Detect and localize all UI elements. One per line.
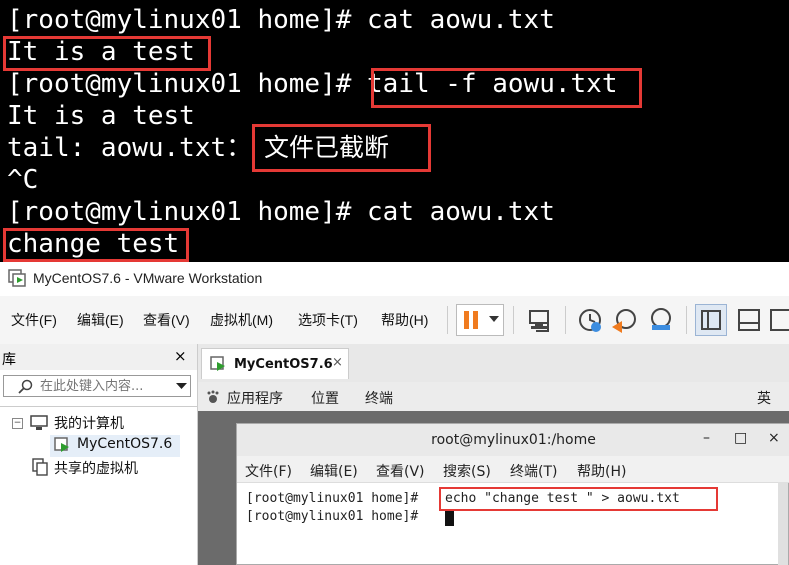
library-title: 库 — [2, 352, 16, 368]
highlight-box — [252, 124, 431, 172]
menu-vm[interactable]: 虚拟机(M) — [210, 310, 273, 330]
gnome-terminal-menu[interactable]: 终端 — [365, 388, 393, 408]
minimize-button[interactable]: – — [703, 430, 710, 446]
highlight-box — [3, 228, 189, 262]
toolbar-separator — [686, 306, 687, 334]
highlight-box — [371, 68, 642, 108]
gnome-applications-menu[interactable]: 应用程序 — [227, 388, 283, 408]
pause-button[interactable] — [456, 304, 504, 336]
chevron-down-icon — [489, 316, 499, 322]
chevron-down-icon[interactable] — [176, 383, 187, 390]
pause-icon — [464, 311, 478, 329]
library-close-button[interactable]: × — [174, 347, 187, 365]
terminal-prompt: [root@mylinux01 home]# — [246, 509, 419, 524]
terminal-line: [root@mylinux01 home]# cat aowu.txt — [7, 5, 555, 35]
fullscreen-icon[interactable] — [766, 305, 789, 335]
tree-collapse-toggle[interactable]: − — [12, 418, 23, 429]
tab-label: MyCentOS7.6 — [234, 357, 333, 372]
terminal-menu-view[interactable]: 查看(V) — [376, 461, 425, 481]
vmware-logo-icon — [8, 269, 26, 287]
maximize-button[interactable]: □ — [734, 430, 747, 446]
search-icon — [18, 379, 33, 394]
send-ctrl-alt-del-icon[interactable] — [526, 305, 556, 335]
toolbar-separator — [447, 306, 448, 334]
terminal-line: [root@mylinux01 home]# cat aowu.txt — [7, 197, 555, 227]
tab-mycentos[interactable]: MyCentOS7.6 × — [201, 348, 349, 379]
menu-bar: 文件(F) 编辑(E) 查看(V) 虚拟机(M) 选项卡(T) 帮助(H) — [0, 296, 789, 345]
terminal-scrollbar[interactable] — [778, 482, 788, 565]
terminal-menu-bar: 文件(F) 编辑(E) 查看(V) 搜索(S) 终端(T) 帮助(H) — [237, 456, 789, 483]
terminal-line: ^C — [7, 165, 39, 195]
tree-item-vm[interactable]: MyCentOS7.6 — [77, 436, 172, 452]
computer-icon — [30, 415, 48, 430]
terminal-menu-search[interactable]: 搜索(S) — [443, 461, 491, 481]
menu-edit[interactable]: 编辑(E) — [77, 310, 124, 330]
vm-tab-area: MyCentOS7.6 × 应用程序 位置 终端 英 root@mylinux0… — [198, 344, 789, 565]
terminal-menu-edit[interactable]: 编辑(E) — [310, 461, 358, 481]
library-view-icon — [701, 310, 721, 330]
thumbnail-view-icon[interactable] — [734, 305, 764, 335]
menu-tabs[interactable]: 选项卡(T) — [298, 310, 358, 330]
input-language-indicator[interactable]: 英 — [757, 388, 771, 408]
terminal-menu-terminal[interactable]: 终端(T) — [510, 461, 557, 481]
toolbar-separator — [565, 306, 566, 334]
gnome-foot-icon — [207, 390, 219, 403]
tree-item-shared[interactable]: 共享的虚拟机 — [54, 458, 138, 478]
close-button[interactable]: × — [768, 430, 780, 446]
menu-file[interactable]: 文件(F) — [11, 310, 57, 330]
window-title: MyCentOS7.6 - VMware Workstation — [33, 270, 263, 286]
library-header: 库 × — [0, 344, 197, 370]
terminal-menu-help[interactable]: 帮助(H) — [577, 461, 626, 481]
tab-close-button[interactable]: × — [332, 355, 343, 370]
vm-icon — [210, 356, 225, 371]
gnome-places-menu[interactable]: 位置 — [311, 388, 339, 408]
show-library-button[interactable] — [695, 304, 727, 336]
library-pane: 库 × − 我的计算机 MyCentOS7.6 — [0, 344, 198, 565]
library-search-box — [3, 375, 191, 397]
vmware-window: MyCentOS7.6 - VMware Workstation 文件(F) 编… — [0, 262, 789, 565]
menu-view[interactable]: 查看(V) — [143, 310, 190, 330]
library-tree: − 我的计算机 MyCentOS7.6 共享的虚拟机 — [0, 406, 197, 565]
guest-terminal-window: root@mylinux01:/home – □ × 文件(F) 编辑(E) 查… — [236, 423, 789, 565]
terminal-title-bar: root@mylinux01:/home – □ × — [237, 424, 789, 456]
terminal-line: It is a test — [7, 101, 195, 131]
revert-snapshot-icon[interactable] — [610, 305, 640, 335]
snapshot-icon[interactable] — [575, 305, 605, 335]
gnome-top-bar: 应用程序 位置 终端 英 — [198, 382, 789, 411]
toolbar-separator — [513, 306, 514, 334]
menu-help[interactable]: 帮助(H) — [381, 310, 428, 330]
terminal-cursor[interactable] — [445, 510, 454, 526]
shared-vms-icon — [32, 458, 48, 476]
terminal-prompt: [root@mylinux01 home]# — [246, 491, 419, 506]
vm-icon — [54, 437, 69, 452]
terminal-line: tail: aowu.txt： — [7, 133, 253, 163]
tree-item-my-computer[interactable]: 我的计算机 — [54, 413, 124, 433]
library-search-input[interactable] — [40, 377, 170, 395]
title-bar: MyCentOS7.6 - VMware Workstation — [0, 262, 789, 296]
highlight-box — [3, 36, 211, 71]
terminal-menu-file[interactable]: 文件(F) — [245, 461, 292, 481]
terminal-output: [root@mylinux01 home]# cat aowu.txt It i… — [0, 0, 789, 262]
snapshot-manager-icon[interactable] — [646, 305, 676, 335]
highlight-box — [439, 487, 718, 511]
